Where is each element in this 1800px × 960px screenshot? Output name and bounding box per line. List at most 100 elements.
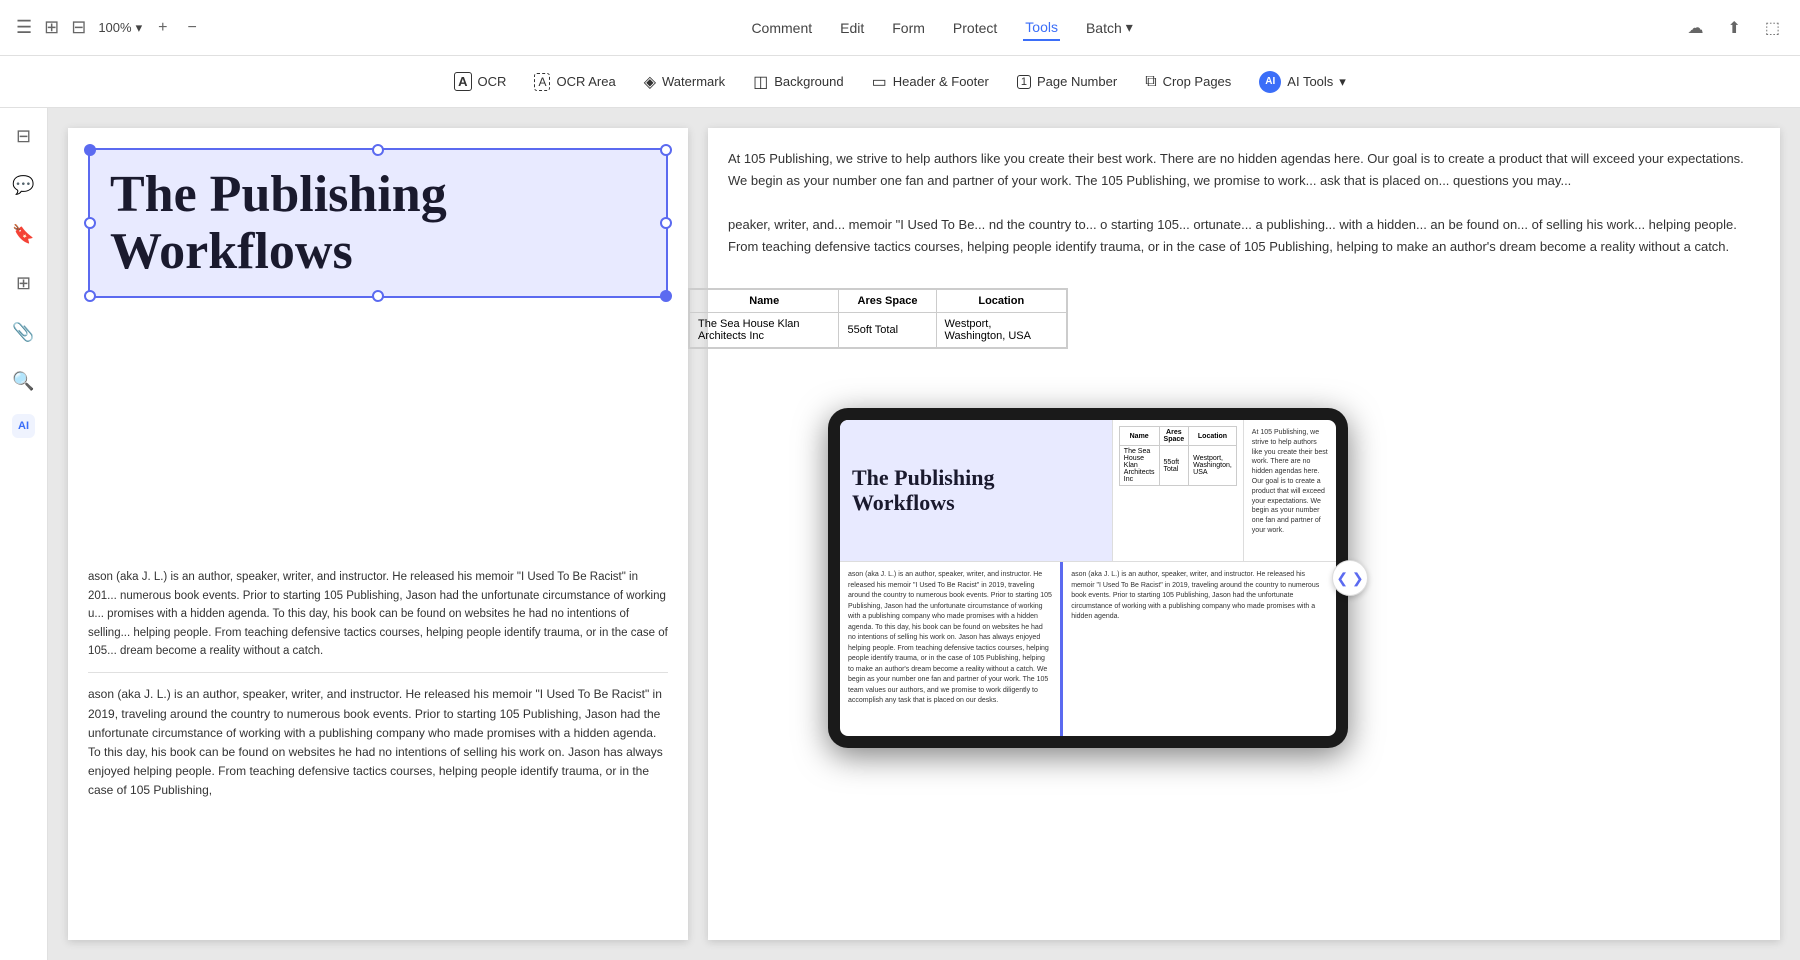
header-footer-icon: ▭: [872, 72, 887, 92]
tablet-bottom-section: ason (aka J. L.) is an author, speaker, …: [840, 562, 1336, 736]
tool-watermark-label: Watermark: [662, 74, 725, 89]
tablet-th-loc: Location: [1189, 427, 1237, 446]
sidebar-bookmarks-icon[interactable]: 🔖: [6, 218, 40, 251]
tool-header-footer[interactable]: ▭ Header & Footer: [862, 66, 999, 98]
tool-ocr[interactable]: A OCR: [444, 66, 516, 97]
corner-dot: [84, 144, 96, 156]
doc-title: The Publishing Workflows: [110, 166, 646, 280]
grid-view-icon[interactable]: ⊞: [44, 17, 59, 38]
table-cell-location: Westport,Washington, USA: [936, 313, 1066, 348]
table-row: The Sea House KlanArchitects Inc 55oft T…: [690, 313, 1067, 348]
top-bar-right: ☁ ⬆ ⬚: [1683, 14, 1784, 42]
sidebar-ai-icon[interactable]: AI: [12, 414, 35, 438]
tablet-body-left: ason (aka J. L.) is an author, speaker, …: [840, 562, 1063, 736]
top-bar: ☰ ⊞ ⊟ 100% ▾ + − Comment Edit Form Prote…: [0, 0, 1800, 56]
title-block[interactable]: The Publishing Workflows: [88, 148, 668, 298]
handle-mid-right[interactable]: [660, 217, 672, 229]
tool-ocr-area[interactable]: A OCR Area: [524, 67, 625, 97]
zoom-in-icon[interactable]: +: [154, 15, 171, 41]
table-header-aresspace: Ares Space: [839, 290, 936, 313]
tablet-overlay: The PublishingWorkflows Name Ares Space …: [828, 408, 1348, 748]
tablet-top-section: The PublishingWorkflows Name Ares Space …: [840, 420, 1336, 562]
top-bar-left: ☰ ⊞ ⊟ 100% ▾ + −: [16, 15, 201, 41]
tool-background[interactable]: ◫ Background: [743, 66, 854, 98]
tablet-table: Name Ares Space Location The Sea House K…: [1119, 426, 1237, 486]
tool-background-label: Background: [774, 74, 843, 89]
tablet-td-name: The Sea House Klan Architects Inc: [1119, 446, 1159, 486]
tool-ocr-label: OCR: [478, 74, 507, 89]
tablet-th-name: Name: [1119, 427, 1159, 446]
tools-toolbar: A OCR A OCR Area ◈ Watermark ◫ Backgroun…: [0, 56, 1800, 108]
handle-bot-right[interactable]: [660, 290, 672, 302]
tablet-right-text: At 105 Publishing, we strive to help aut…: [1243, 420, 1336, 561]
tool-ai-tools[interactable]: AI AI Tools ▾: [1249, 65, 1356, 99]
page-number-icon: 1: [1017, 75, 1031, 89]
watermark-icon: ◈: [644, 72, 656, 92]
doc-left-panel: The Publishing Workflows Name Ares Space…: [68, 128, 688, 940]
tablet-title-area: The PublishingWorkflows: [840, 420, 1113, 561]
handle-top-mid[interactable]: [372, 144, 384, 156]
tool-crop-pages[interactable]: ⧉ Crop Pages: [1135, 67, 1241, 97]
nav-protect[interactable]: Protect: [951, 16, 999, 40]
tool-crop-pages-label: Crop Pages: [1163, 74, 1232, 89]
handle-mid-left[interactable]: [84, 217, 96, 229]
right-panel-text: At 105 Publishing, we strive to help aut…: [728, 148, 1760, 192]
document-content: The Publishing Workflows Name Ares Space…: [48, 108, 1800, 960]
ai-tools-dropdown-icon: ▾: [1339, 74, 1346, 90]
doc-table: Name Ares Space Location The Sea House K…: [688, 288, 1068, 349]
table-cell-aresspace: 55oft Total: [839, 313, 936, 348]
left-sidebar: ⊟ 💬 🔖 ⊞ 📎 🔍 AI: [0, 108, 48, 960]
table-cell-name: The Sea House KlanArchitects Inc: [690, 313, 839, 348]
handle-bot-mid[interactable]: [372, 290, 384, 302]
zoom-dropdown-icon[interactable]: ▾: [136, 20, 143, 36]
nav-comment[interactable]: Comment: [749, 16, 814, 40]
handle-top-right[interactable]: [660, 144, 672, 156]
tablet-body-right: ason (aka J. L.) is an author, speaker, …: [1063, 562, 1336, 736]
ai-tools-icon: AI: [1259, 71, 1281, 93]
tablet-td-loc: Westport, Washington, USA: [1189, 446, 1237, 486]
upload-cloud-icon[interactable]: ☁: [1683, 14, 1707, 42]
split-view-icon[interactable]: ⊟: [71, 17, 86, 38]
window-mode-icon[interactable]: ⬚: [1761, 14, 1784, 42]
nav-form[interactable]: Form: [890, 16, 927, 40]
sidebar-toggle-icon[interactable]: ☰: [16, 17, 32, 38]
tool-watermark[interactable]: ◈ Watermark: [634, 66, 735, 98]
top-bar-nav: Comment Edit Form Protect Tools Batch ▾: [749, 15, 1134, 41]
zoom-out-icon[interactable]: −: [183, 15, 200, 41]
share-icon[interactable]: ⬆: [1723, 14, 1744, 42]
tool-ocr-area-label: OCR Area: [556, 74, 615, 89]
tablet-table-row: The Sea House Klan Architects Inc 55oft …: [1119, 446, 1236, 486]
batch-dropdown-icon: ▾: [1126, 19, 1133, 36]
main-area: ⊟ 💬 🔖 ⊞ 📎 🔍 AI: [0, 108, 1800, 960]
doc-area: The Publishing Workflows Name Ares Space…: [48, 108, 1800, 960]
tablet-title-text: The PublishingWorkflows: [852, 466, 994, 514]
nav-tools[interactable]: Tools: [1023, 15, 1060, 41]
tool-header-footer-label: Header & Footer: [893, 74, 989, 89]
sidebar-comments-icon[interactable]: 💬: [6, 169, 40, 202]
ocr-area-icon: A: [534, 73, 550, 91]
sidebar-pages-icon[interactable]: ⊟: [10, 120, 37, 153]
tablet-table-area: Name Ares Space Location The Sea House K…: [1113, 420, 1243, 561]
doc-divider: [88, 672, 668, 673]
handle-bot-left[interactable]: [84, 290, 96, 302]
table-header-location: Location: [936, 290, 1066, 313]
tool-ai-tools-label: AI Tools: [1287, 74, 1333, 89]
nav-batch[interactable]: Batch ▾: [1084, 15, 1135, 40]
tool-page-number-label: Page Number: [1037, 74, 1117, 89]
doc-body-text-2: ason (aka J. L.) is an author, speaker, …: [88, 685, 668, 800]
tool-page-number[interactable]: 1 Page Number: [1007, 68, 1127, 95]
right-panel-text-2: peaker, writer, and... memoir "I Used To…: [728, 214, 1760, 258]
sidebar-layers-icon[interactable]: ⊞: [10, 267, 37, 300]
tablet-td-ares: 55oft Total: [1159, 446, 1189, 486]
tablet-screen: The PublishingWorkflows Name Ares Space …: [840, 420, 1336, 736]
zoom-control[interactable]: 100% ▾: [98, 20, 142, 36]
sidebar-search-icon[interactable]: 🔍: [6, 365, 40, 398]
tablet-nav-button[interactable]: ❮ ❯: [1332, 560, 1368, 596]
doc-body-text-1: ason (aka J. L.) is an author, speaker, …: [88, 568, 668, 660]
background-icon: ◫: [753, 72, 768, 92]
table-header-name: Name: [690, 290, 839, 313]
nav-edit[interactable]: Edit: [838, 16, 866, 40]
crop-pages-icon: ⧉: [1145, 73, 1156, 91]
sidebar-attachments-icon[interactable]: 📎: [6, 316, 40, 349]
zoom-value: 100%: [98, 20, 131, 35]
